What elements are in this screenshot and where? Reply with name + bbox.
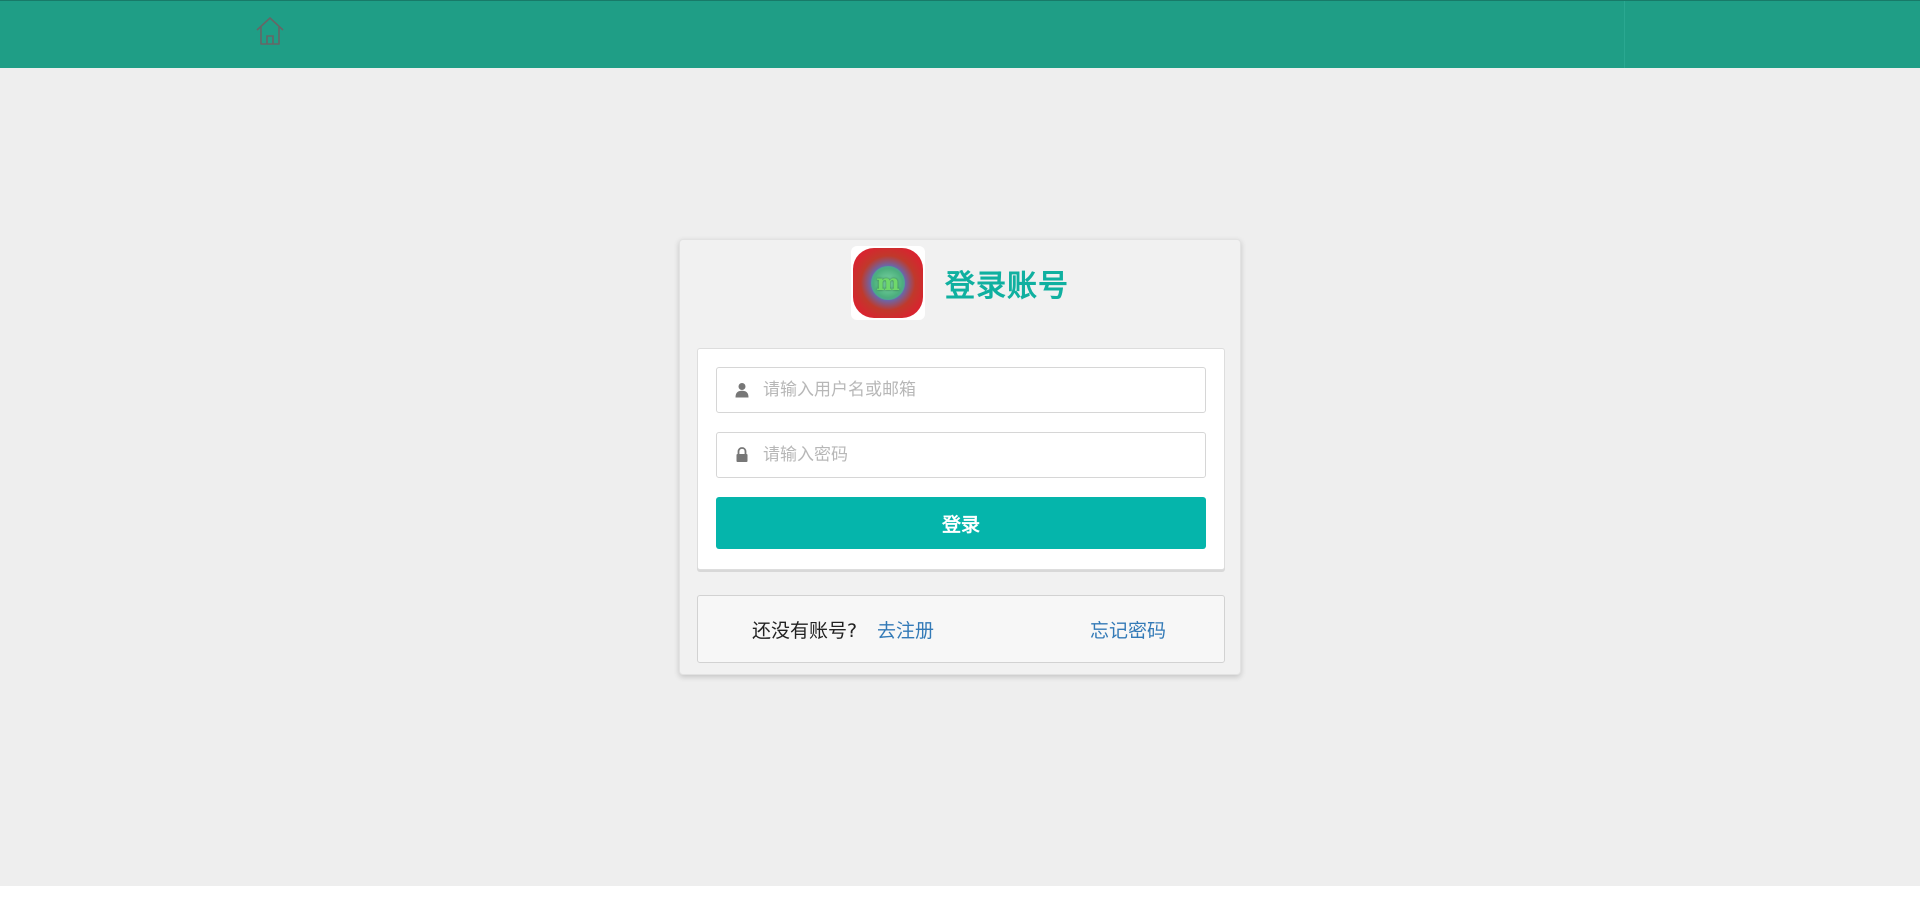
top-navbar (0, 0, 1920, 69)
lock-icon (733, 446, 751, 464)
login-button[interactable]: 登录 (716, 497, 1206, 549)
home-icon (256, 17, 284, 45)
login-title: 登录账号 (945, 269, 1069, 304)
logo-letter: m (876, 270, 900, 296)
login-header: m 登录账号 (680, 240, 1240, 326)
password-input[interactable] (763, 433, 1193, 477)
home-button[interactable] (252, 13, 288, 49)
login-footer: 还没有账号? 去注册 忘记密码 (697, 595, 1225, 663)
topbar-divider (1624, 1, 1625, 69)
no-account-text: 还没有账号? (752, 620, 858, 642)
main-content: m 登录账号 请输入用户名或邮箱 登录 还没有账号? 去注册 忘记密码 (0, 68, 1920, 886)
logo-badge: m (871, 266, 905, 300)
forgot-password-link[interactable]: 忘记密码 (1090, 616, 1166, 643)
username-field[interactable] (716, 367, 1206, 413)
login-form: 登录 (697, 348, 1225, 570)
user-icon (733, 381, 751, 399)
login-card: m 登录账号 请输入用户名或邮箱 登录 还没有账号? 去注册 忘记密码 (679, 239, 1241, 675)
site-logo: m (851, 246, 925, 320)
register-link[interactable]: 去注册 (877, 616, 934, 643)
username-input[interactable] (763, 368, 1193, 412)
password-field[interactable] (716, 432, 1206, 478)
